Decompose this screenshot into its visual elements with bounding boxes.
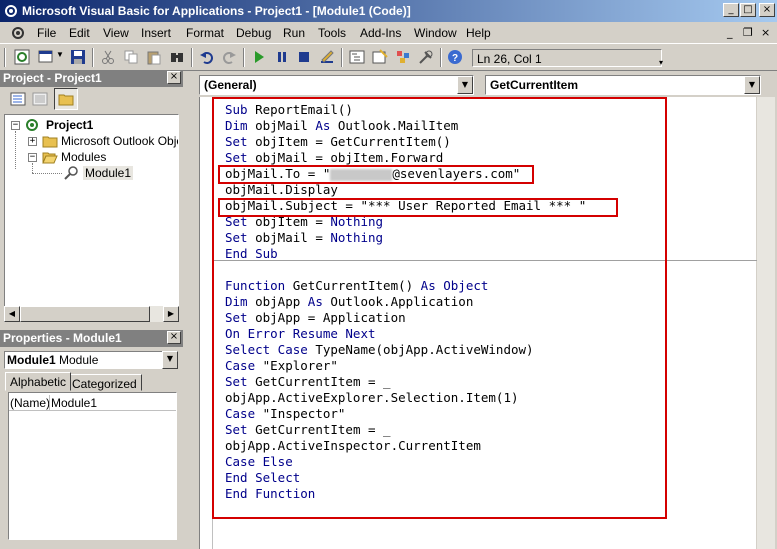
- folder-icon: [58, 94, 74, 106]
- save-icon[interactable]: [70, 49, 86, 65]
- toolbox-icon[interactable]: [418, 49, 434, 65]
- mdi-restore-button[interactable]: ❐: [743, 26, 753, 39]
- properties-panel-close-button[interactable]: ×: [167, 331, 181, 344]
- redo-icon[interactable]: [221, 49, 237, 65]
- window-title: Microsoft Visual Basic for Applications …: [22, 4, 411, 18]
- properties-panel-title: Properties - Module1: [0, 330, 183, 347]
- break-icon[interactable]: [274, 49, 290, 65]
- vba-project-icon[interactable]: [14, 49, 30, 65]
- property-row-name[interactable]: (Name) Module1: [9, 395, 176, 411]
- toolbar-options-icon[interactable]: ▾: [659, 58, 663, 67]
- properties-grid: (Name) Module1: [8, 392, 177, 540]
- open-folder-icon: [42, 152, 58, 164]
- title-bar: Microsoft Visual Basic for Applications …: [0, 0, 777, 22]
- svg-text:?: ?: [452, 53, 458, 64]
- toolbar-separator: [440, 48, 442, 67]
- minimize-button[interactable]: _: [723, 3, 739, 17]
- project-panel-toolbar: [2, 87, 182, 113]
- tree-line: [15, 131, 16, 169]
- menu-run[interactable]: Run: [283, 26, 305, 40]
- view-code-icon[interactable]: [10, 91, 26, 107]
- tab-categorized[interactable]: Categorized: [67, 374, 142, 391]
- tree-item-modules[interactable]: Modules: [61, 150, 106, 164]
- find-icon[interactable]: [169, 49, 185, 65]
- tree-item-project1[interactable]: Project1: [46, 118, 93, 132]
- property-name-label: (Name): [10, 396, 51, 410]
- annotation-code-box: [212, 97, 667, 519]
- annotation-to-line: [218, 165, 534, 184]
- tree-item-module1[interactable]: Module1: [83, 166, 134, 180]
- menu-bar: File Edit View Insert Format Debug Run T…: [0, 22, 777, 43]
- tree-line: [32, 173, 62, 174]
- module-icon: [64, 166, 78, 180]
- cursor-position-indicator: Ln 26, Col 1: [472, 49, 662, 67]
- project-icon: [26, 119, 38, 131]
- project-tree: − Project1 + Microsoft Outlook Objects −…: [4, 114, 179, 322]
- chevron-down-icon[interactable]: ▼: [162, 351, 178, 369]
- toggle-folders-button[interactable]: [54, 88, 78, 110]
- toolbar-grip[interactable]: [4, 48, 6, 67]
- object-select-value: (General): [204, 78, 257, 92]
- tree-item-outlook-objects[interactable]: Microsoft Outlook Objects: [61, 134, 178, 148]
- menu-format[interactable]: Format: [186, 26, 224, 40]
- copy-icon[interactable]: [123, 49, 139, 65]
- collapse-modules-toggle[interactable]: −: [28, 153, 37, 162]
- procedure-select[interactable]: GetCurrentItem ▼: [485, 75, 761, 95]
- menu-view[interactable]: View: [103, 26, 129, 40]
- menu-window[interactable]: Window: [414, 26, 457, 40]
- collapse-project-toggle[interactable]: −: [11, 121, 20, 130]
- toolbar-separator: [243, 48, 245, 67]
- scroll-thumb[interactable]: [20, 306, 150, 322]
- insert-userform-icon[interactable]: [38, 49, 54, 65]
- toolbar-separator: [341, 48, 343, 67]
- vba-menu-icon[interactable]: [10, 25, 26, 41]
- scroll-right-button[interactable]: ▶: [163, 306, 179, 322]
- mdi-minimize-button[interactable]: _: [727, 26, 733, 39]
- folder-icon: [42, 136, 58, 148]
- design-mode-icon[interactable]: [319, 49, 335, 65]
- mdi-close-button[interactable]: ×: [761, 26, 770, 39]
- menu-file[interactable]: File: [37, 26, 56, 40]
- chevron-down-icon[interactable]: ▼: [744, 76, 760, 94]
- insert-dropdown-icon[interactable]: ▼: [56, 50, 64, 59]
- tree-line: [32, 163, 33, 173]
- menu-edit[interactable]: Edit: [69, 26, 90, 40]
- property-name-value[interactable]: Module1: [51, 396, 97, 410]
- menu-tools[interactable]: Tools: [318, 26, 346, 40]
- project-explorer-icon[interactable]: [349, 49, 365, 65]
- tab-alphabetic[interactable]: Alphabetic: [5, 372, 72, 391]
- toolbar-separator: [92, 48, 94, 67]
- project-horizontal-scrollbar[interactable]: ◀ ▶: [4, 306, 179, 322]
- project-panel-title: Project - Project1: [0, 70, 183, 87]
- properties-object-name: Module1: [7, 353, 56, 367]
- cut-icon[interactable]: [100, 49, 116, 65]
- menu-insert[interactable]: Insert: [141, 26, 171, 40]
- vba-app-icon: [5, 5, 17, 17]
- scroll-left-button[interactable]: ◀: [4, 306, 20, 322]
- properties-icon[interactable]: [372, 49, 388, 65]
- menu-debug[interactable]: Debug: [236, 26, 271, 40]
- run-icon[interactable]: [251, 49, 267, 65]
- object-browser-icon[interactable]: [395, 49, 411, 65]
- close-button[interactable]: ×: [759, 3, 775, 17]
- standard-toolbar: ▼ ? Ln 26, Col 1 ▾: [0, 43, 777, 71]
- annotation-subject-line: [218, 198, 618, 217]
- chevron-down-icon[interactable]: ▼: [457, 76, 473, 94]
- undo-icon[interactable]: [199, 49, 215, 65]
- view-object-icon[interactable]: [32, 91, 48, 107]
- expand-outlook-objects-toggle[interactable]: +: [28, 137, 37, 146]
- toolbar-separator: [191, 48, 193, 67]
- code-vertical-scrollbar[interactable]: [757, 97, 775, 549]
- reset-icon[interactable]: [296, 49, 312, 65]
- paste-icon[interactable]: [146, 49, 162, 65]
- menu-help[interactable]: Help: [466, 26, 491, 40]
- maximize-button[interactable]: □: [740, 3, 756, 17]
- project-panel-close-button[interactable]: ×: [167, 71, 181, 84]
- help-icon[interactable]: ?: [447, 49, 463, 65]
- object-select[interactable]: (General) ▼: [199, 75, 474, 95]
- properties-object-type: Module: [59, 353, 99, 367]
- procedure-select-value: GetCurrentItem: [490, 78, 579, 92]
- menu-addins[interactable]: Add-Ins: [360, 26, 401, 40]
- properties-object-select[interactable]: Module1 Module ▼: [4, 351, 178, 369]
